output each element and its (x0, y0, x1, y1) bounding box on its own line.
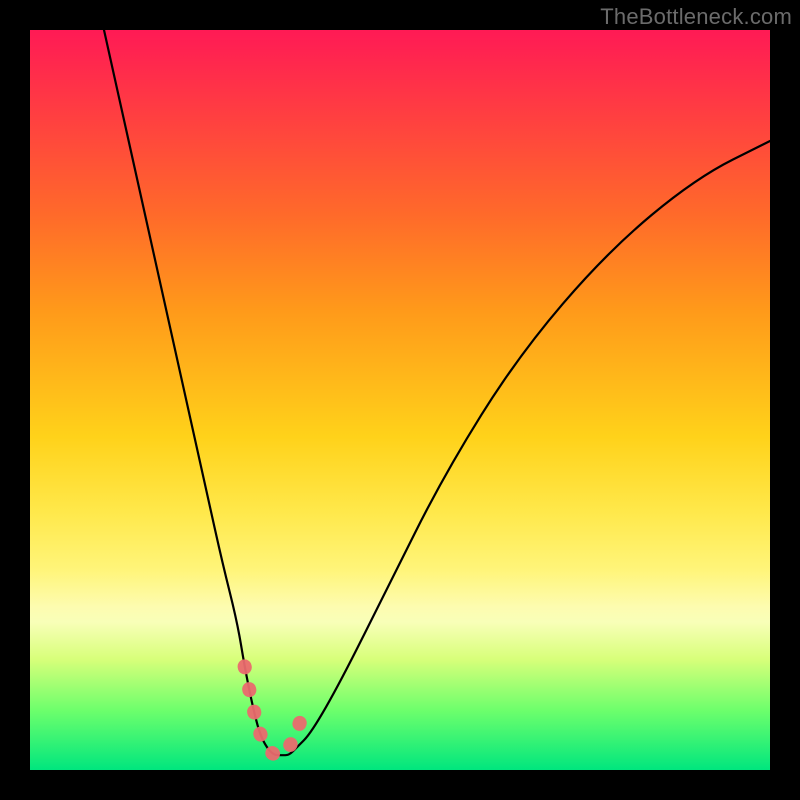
bottleneck-curve (104, 30, 770, 755)
curve-svg (30, 30, 770, 770)
plot-area (30, 30, 770, 770)
highlight-segment (245, 666, 304, 755)
chart-frame: TheBottleneck.com (0, 0, 800, 800)
watermark-text: TheBottleneck.com (600, 4, 792, 30)
